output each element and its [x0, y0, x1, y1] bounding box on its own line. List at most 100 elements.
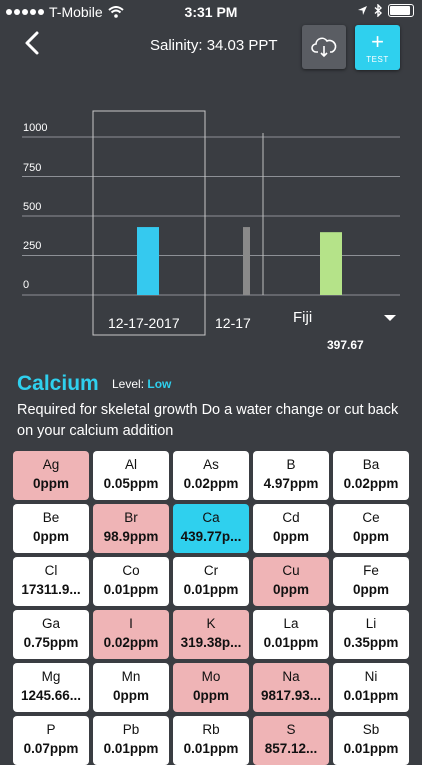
element-cell[interactable]: Be 0ppm	[13, 504, 89, 553]
element-cell[interactable]: Ni 0.01ppm	[333, 663, 409, 712]
element-symbol: Ga	[41, 616, 60, 631]
back-button[interactable]	[20, 30, 46, 56]
element-cell[interactable]: Pb 0.01ppm	[93, 716, 169, 765]
element-value: 9817.93...	[260, 688, 322, 703]
element-value: 0.01ppm	[103, 741, 159, 756]
salinity-label: Salinity: 34.03 PPT	[150, 37, 278, 54]
element-cell[interactable]: S 857.12...	[253, 716, 329, 765]
x-tick-label[interactable]: 12-17	[215, 315, 253, 331]
element-value: 0.01ppm	[343, 688, 399, 703]
selection-box	[92, 110, 206, 336]
dropdown-caret-icon[interactable]	[384, 315, 396, 321]
element-value: 0ppm	[32, 476, 69, 491]
element-cell[interactable]: Mg 1245.66...	[13, 663, 89, 712]
element-value: 0.01ppm	[263, 635, 319, 650]
element-value: 98.9ppm	[103, 529, 159, 544]
element-cell[interactable]: B 4.97ppm	[253, 451, 329, 500]
plus-icon: +	[371, 29, 384, 54]
x-tick-label[interactable]: 12-17-2017	[108, 315, 180, 331]
element-value: 0ppm	[192, 688, 229, 703]
element-value: 319.38p...	[180, 635, 242, 650]
element-name: Calcium	[17, 372, 99, 395]
element-value: 857.12...	[264, 741, 318, 756]
element-value: 0ppm	[272, 529, 309, 544]
element-cell[interactable]: Ca 439.77p...	[173, 504, 249, 553]
element-value: 0.01ppm	[183, 741, 239, 756]
element-symbol: Ni	[364, 669, 378, 684]
element-symbol: Be	[42, 510, 60, 525]
element-cell[interactable]: Mo 0ppm	[173, 663, 249, 712]
element-cell[interactable]: Mn 0ppm	[93, 663, 169, 712]
element-symbol: Br	[124, 510, 138, 525]
element-value: 0.05ppm	[103, 476, 159, 491]
element-cell[interactable]: Al 0.05ppm	[93, 451, 169, 500]
element-value: 0.01ppm	[343, 741, 399, 756]
status-bar: T-Mobile 3:31 PM	[0, 0, 422, 24]
element-cell[interactable]: Ba 0.02ppm	[333, 451, 409, 500]
bluetooth-icon	[374, 4, 382, 17]
element-symbol: Rb	[202, 722, 220, 737]
element-value: 1245.66...	[20, 688, 82, 703]
element-value: 0.01ppm	[103, 582, 159, 597]
element-cell[interactable]: K 319.38p...	[173, 610, 249, 659]
element-symbol: Ba	[362, 457, 380, 472]
element-symbol: P	[46, 722, 56, 737]
status-right	[357, 4, 414, 17]
test-button[interactable]: + TEST	[355, 25, 400, 70]
element-symbol: Ag	[42, 457, 60, 472]
element-value: 0ppm	[112, 688, 149, 703]
element-symbol: Cl	[44, 563, 58, 578]
element-symbol: Cu	[282, 563, 300, 578]
y-tick-label: 250	[23, 240, 42, 252]
element-cell[interactable]: As 0.02ppm	[173, 451, 249, 500]
element-symbol: Mn	[121, 669, 141, 684]
element-cell[interactable]: Co 0.01ppm	[93, 557, 169, 606]
battery-icon	[388, 4, 414, 17]
element-cell[interactable]: P 0.07ppm	[13, 716, 89, 765]
element-symbol: Co	[122, 563, 140, 578]
element-value: 0ppm	[352, 529, 389, 544]
cloud-download-button[interactable]	[302, 25, 346, 69]
test-label: TEST	[366, 55, 389, 64]
element-symbol: K	[206, 616, 216, 631]
element-cell[interactable]: Na 9817.93...	[253, 663, 329, 712]
element-cell[interactable]: Cr 0.01ppm	[173, 557, 249, 606]
y-tick-label: 750	[23, 162, 42, 174]
element-cell[interactable]: Ga 0.75ppm	[13, 610, 89, 659]
bar	[320, 232, 342, 295]
history-chart[interactable]: 1000 750 500 250 0 12-17-2017 12-17 Fiji…	[0, 100, 422, 360]
element-value: 0.01ppm	[183, 582, 239, 597]
element-cell[interactable]: Cd 0ppm	[253, 504, 329, 553]
level-label: Level:	[112, 377, 145, 391]
element-cell[interactable]: La 0.01ppm	[253, 610, 329, 659]
level-value: Low	[147, 377, 172, 391]
element-symbol: As	[203, 457, 219, 472]
element-value: 0.02ppm	[103, 635, 159, 650]
element-value: 0.07ppm	[23, 741, 79, 756]
element-cell[interactable]: Fe 0ppm	[333, 557, 409, 606]
element-value: 0.75ppm	[23, 635, 79, 650]
element-cell[interactable]: I 0.02ppm	[93, 610, 169, 659]
element-symbol: B	[286, 457, 296, 472]
element-symbol: La	[283, 616, 299, 631]
location-arrow-icon	[358, 6, 367, 15]
element-cell[interactable]: Cl 17311.9...	[13, 557, 89, 606]
element-symbol: Cr	[203, 563, 219, 578]
element-value: 0.02ppm	[183, 476, 239, 491]
selected-series-label[interactable]: Fiji	[293, 309, 312, 326]
element-cell[interactable]: Ce 0ppm	[333, 504, 409, 553]
element-value: 0ppm	[352, 582, 389, 597]
element-cell[interactable]: Rb 0.01ppm	[173, 716, 249, 765]
element-cell[interactable]: Cu 0ppm	[253, 557, 329, 606]
cloud-download-icon	[311, 37, 337, 58]
y-tick-label: 500	[23, 201, 42, 213]
element-cell[interactable]: Ag 0ppm	[13, 451, 89, 500]
element-symbol: Cd	[282, 510, 300, 525]
element-cell[interactable]: Li 0.35ppm	[333, 610, 409, 659]
element-description: Required for skeletal growth Do a water …	[17, 402, 399, 439]
element-cell[interactable]: Br 98.9ppm	[93, 504, 169, 553]
element-cell[interactable]: Sb 0.01ppm	[333, 716, 409, 765]
bar	[243, 227, 250, 295]
element-symbol: Al	[124, 457, 137, 472]
element-value: 0.02ppm	[343, 476, 399, 491]
